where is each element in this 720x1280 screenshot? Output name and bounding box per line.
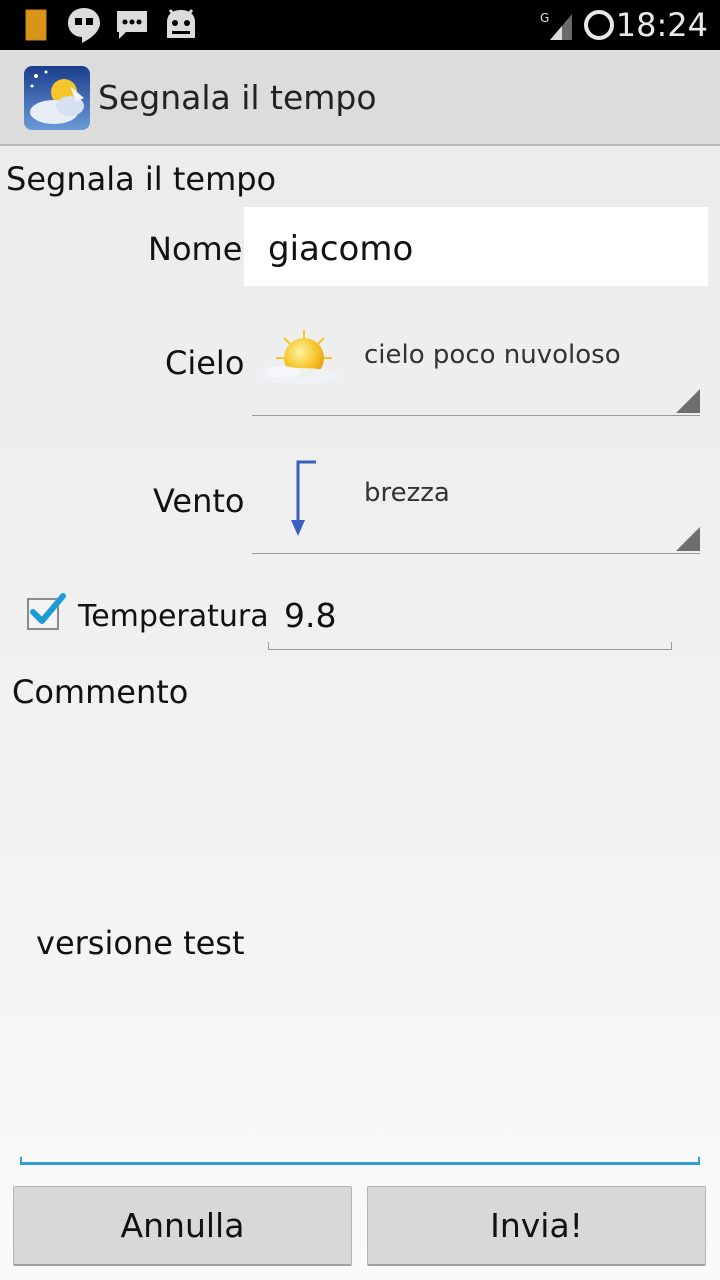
- sync-icon: [584, 10, 614, 40]
- wind-spinner[interactable]: brezza: [252, 450, 700, 554]
- sky-label: Cielo: [165, 344, 245, 382]
- checkmark-icon: [30, 593, 66, 624]
- action-bar: Segnala il tempo: [0, 50, 720, 146]
- android-debug-icon: [167, 9, 195, 38]
- signal-icon: G: [540, 11, 572, 40]
- form-title: Segnala il tempo: [6, 160, 277, 198]
- cancel-button[interactable]: Annulla: [13, 1186, 352, 1266]
- name-label: Nome: [148, 230, 243, 268]
- dropdown-triangle-icon: [676, 527, 700, 551]
- weather-app-icon[interactable]: [24, 66, 90, 130]
- comment-text: versione test: [36, 924, 245, 962]
- comment-label: Commento: [12, 673, 189, 711]
- partly-cloudy-icon: [260, 330, 340, 384]
- clock: 18:24: [615, 6, 708, 44]
- hangouts-icon: [68, 8, 100, 43]
- wind-arrow-icon: [291, 460, 316, 536]
- form-container: Segnala il tempo Nome giacomo Cielo ciel…: [0, 148, 720, 1280]
- status-bar: G 18:24: [0, 0, 720, 50]
- temperature-label: Temperatura: [78, 599, 269, 634]
- dropdown-triangle-icon: [676, 389, 700, 413]
- temperature-checkbox[interactable]: [27, 593, 66, 630]
- sky-selected-text: cielo poco nuvoloso: [364, 340, 621, 370]
- action-bar-title: Segnala il tempo: [98, 78, 377, 117]
- wind-label: Vento: [153, 482, 245, 520]
- temperature-input[interactable]: 9.8: [268, 588, 672, 645]
- comment-focus-underline: [20, 1157, 700, 1165]
- battery-icon: [25, 9, 47, 41]
- svg-text:G: G: [540, 11, 549, 25]
- sky-spinner[interactable]: cielo poco nuvoloso: [252, 312, 700, 416]
- name-input[interactable]: giacomo: [244, 207, 708, 286]
- chat-icon: [117, 11, 147, 39]
- send-button[interactable]: Invia!: [367, 1186, 706, 1266]
- temperature-underline: [268, 642, 672, 650]
- comment-input[interactable]: versione test: [20, 708, 700, 1165]
- wind-selected-text: brezza: [364, 478, 450, 508]
